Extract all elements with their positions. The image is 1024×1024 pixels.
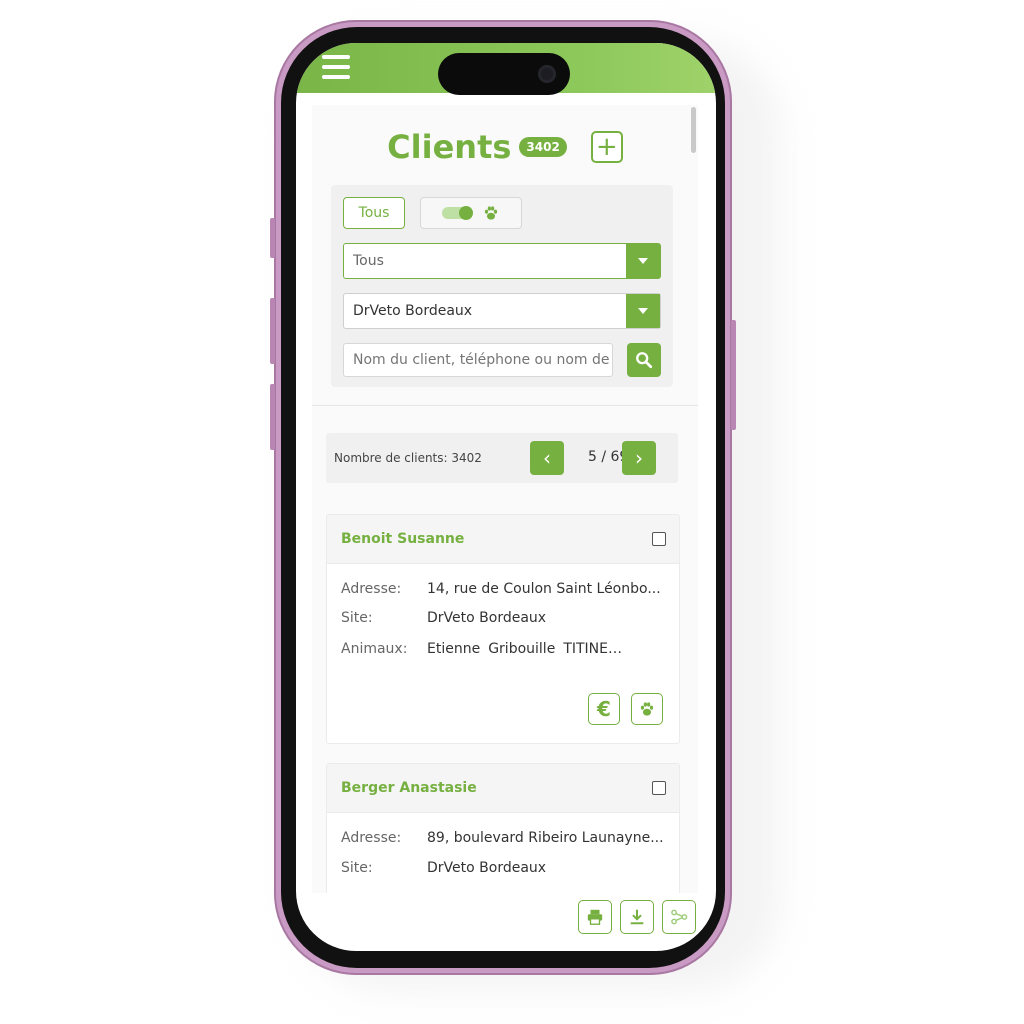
animals-row: Animaux:EtienneGribouilleTITINEOurga <box>341 635 627 663</box>
select-checkbox[interactable] <box>652 781 666 795</box>
toggle-knob <box>459 206 473 220</box>
paw-icon <box>484 206 498 220</box>
chevron-down-icon[interactable] <box>626 294 660 328</box>
dynamic-island <box>438 53 570 95</box>
share-icon <box>671 909 688 925</box>
euro-icon: € <box>597 697 611 721</box>
type-select[interactable]: Tous <box>343 243 661 279</box>
animal-link[interactable]: TITINE <box>563 641 608 657</box>
client-name[interactable]: Benoit Susanne <box>341 531 464 547</box>
animals-button[interactable] <box>631 693 663 725</box>
phone-power-button <box>731 320 736 430</box>
title-row: Clients 3402 + <box>312 125 698 169</box>
chevron-down-icon[interactable] <box>626 244 660 278</box>
address-row: Adresse: 89, boulevard Ribeiro Launayne..… <box>341 824 667 852</box>
animals-list: EtienneGribouilleTITINEOurga <box>427 635 627 663</box>
scrollbar[interactable] <box>691 107 696 153</box>
client-count-badge: 3402 <box>519 137 567 157</box>
client-card[interactable]: Berger Anastasie Adresse: 89, boulevard R… <box>326 763 680 893</box>
share-button[interactable] <box>662 900 696 934</box>
address-value: 89, boulevard Ribeiro Launayne... <box>427 830 664 846</box>
address-row: Adresse: 14, rue de Coulon Saint Léonbo..… <box>341 575 667 603</box>
site-row: Site: DrVeto Bordeaux <box>341 854 667 882</box>
site-label: Site: <box>341 610 373 626</box>
camera-icon <box>538 65 556 83</box>
search-button[interactable] <box>627 343 661 377</box>
animals-label: Animaux: <box>341 641 408 657</box>
site-value: DrVeto Bordeaux <box>427 610 547 626</box>
select-checkbox[interactable] <box>652 532 666 546</box>
print-icon <box>587 909 603 925</box>
site-label: Site: <box>341 860 373 876</box>
hamburger-icon[interactable] <box>322 55 350 79</box>
search-icon <box>636 352 653 369</box>
client-card-header: Berger Anastasie <box>327 764 679 813</box>
site-select[interactable]: DrVeto Bordeaux <box>343 293 661 329</box>
site-select-value: DrVeto Bordeaux <box>353 303 473 319</box>
phone-screen: Clients 3402 + Tous Tous DrVeto Bordeaux… <box>296 43 716 951</box>
address-label: Adresse: <box>341 830 402 846</box>
add-client-button[interactable]: + <box>590 131 623 163</box>
download-button[interactable] <box>620 900 654 934</box>
site-row: Site: DrVeto Bordeaux <box>341 604 667 632</box>
phone-side-button <box>270 384 275 450</box>
divider <box>312 405 698 406</box>
phone-volume-down-button <box>270 298 275 364</box>
all-filter-button[interactable]: Tous <box>343 197 405 229</box>
filter-panel: Tous Tous DrVeto Bordeaux <box>331 185 673 387</box>
billing-button[interactable]: € <box>588 693 620 725</box>
address-value: 14, rue de Coulon Saint Léonbo... <box>427 581 661 597</box>
animal-link[interactable]: Etienne <box>427 641 480 657</box>
site-value: DrVeto Bordeaux <box>427 860 547 876</box>
animal-link[interactable]: Gribouille <box>488 641 555 657</box>
pagination-bar: Nombre de clients: 3402 ‹ 5 / 69 › <box>326 433 678 483</box>
animals-toggle-button[interactable] <box>420 197 522 229</box>
next-page-button[interactable]: › <box>622 441 656 475</box>
download-icon <box>630 909 644 925</box>
client-count-summary: Nombre de clients: 3402 <box>334 451 482 465</box>
client-card-header: Benoit Susanne <box>327 515 679 564</box>
address-label: Adresse: <box>341 581 402 597</box>
search-input[interactable] <box>343 343 613 377</box>
client-card[interactable]: Benoit Susanne Adresse: 14, rue de Coulon… <box>326 514 680 744</box>
print-button[interactable] <box>578 900 612 934</box>
client-name[interactable]: Berger Anastasie <box>341 780 477 796</box>
paw-icon <box>640 702 654 716</box>
prev-page-button[interactable]: ‹ <box>530 441 564 475</box>
toggle-switch[interactable] <box>442 206 473 220</box>
phone-volume-up-button <box>270 218 275 258</box>
type-select-value: Tous <box>353 253 384 269</box>
page-title: Clients <box>387 128 512 166</box>
main-content: Clients 3402 + Tous Tous DrVeto Bordeaux… <box>312 105 698 893</box>
